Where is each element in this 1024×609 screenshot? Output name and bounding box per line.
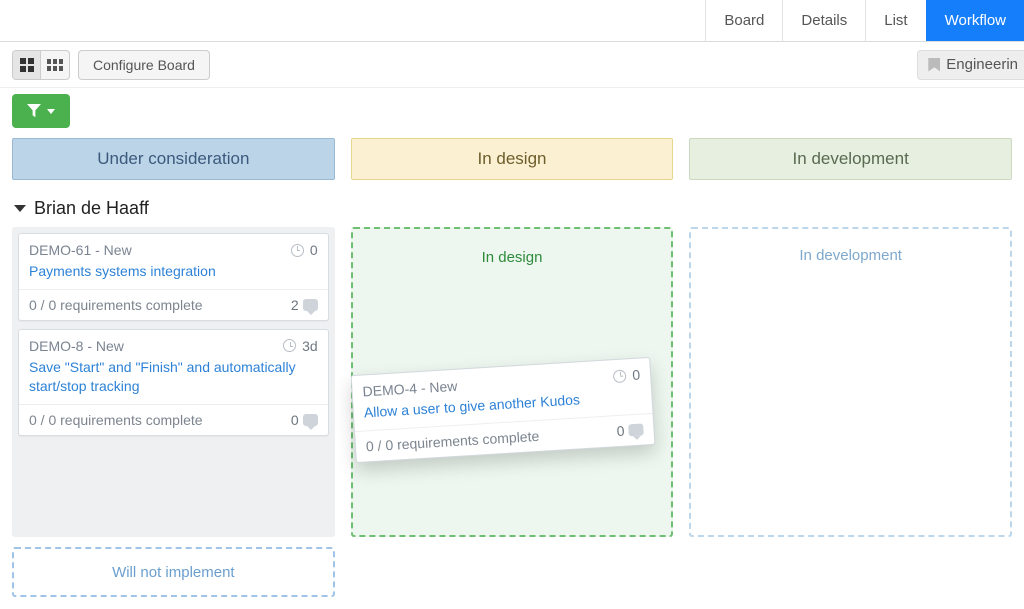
filter-button[interactable] (12, 94, 70, 128)
column-in-design: In design DEMO-4 - New 0 Allow a user to… (351, 227, 674, 537)
comment-icon (303, 299, 318, 311)
view-grid-2x2-button[interactable] (13, 51, 41, 79)
card-requirements: 0 / 0 requirements complete (29, 297, 291, 313)
dropzone-in-development[interactable]: In development (689, 227, 1012, 537)
comment-icon (628, 423, 644, 436)
tab-details[interactable]: Details (782, 0, 865, 41)
tab-board[interactable]: Board (705, 0, 782, 41)
card-comment-count: 0 (291, 412, 299, 428)
column-headers: Under consideration In design In develop… (0, 138, 1024, 180)
card-title[interactable]: Payments systems integration (29, 262, 318, 281)
column-header-under-consideration[interactable]: Under consideration (12, 138, 335, 180)
card-demo-8[interactable]: DEMO-8 - New 3d Save "Start" and "Finish… (18, 329, 329, 436)
column-under-consideration: DEMO-61 - New 0 Payments systems integra… (12, 227, 335, 597)
card-demo-61[interactable]: DEMO-61 - New 0 Payments systems integra… (18, 233, 329, 321)
column-header-in-design[interactable]: In design (351, 138, 674, 180)
caret-down-icon (47, 109, 55, 114)
bookmark-icon (928, 58, 940, 72)
column-header-in-development[interactable]: In development (689, 138, 1012, 180)
board: DEMO-61 - New 0 Payments systems integra… (0, 227, 1024, 609)
clock-icon (291, 244, 304, 257)
cards-zone-under[interactable]: DEMO-61 - New 0 Payments systems integra… (12, 227, 335, 537)
engineering-tag-label: Engineerin (946, 56, 1018, 73)
grid-3x2-icon (47, 59, 63, 71)
engineering-tag[interactable]: Engineerin (917, 50, 1024, 80)
card-demo-4-dragging[interactable]: DEMO-4 - New 0 Allow a user to give anot… (350, 357, 655, 463)
toolbar: Configure Board Engineerin (0, 42, 1024, 88)
swimlane-name: Brian de Haaff (34, 198, 149, 219)
view-grid-3x2-button[interactable] (41, 51, 69, 79)
card-time: 0 (631, 367, 640, 383)
clock-icon (613, 369, 627, 383)
dropzone-label: In design (482, 249, 543, 266)
top-tabs: Board Details List Workflow (0, 0, 1024, 42)
swimlane-toggle[interactable]: Brian de Haaff (0, 180, 1024, 227)
funnel-icon (27, 104, 41, 118)
card-time: 3d (302, 338, 318, 354)
dropzone-label: In development (799, 247, 902, 264)
tab-workflow[interactable]: Workflow (926, 0, 1024, 41)
card-time: 0 (310, 242, 318, 258)
clock-icon (283, 339, 296, 352)
card-id: DEMO-8 - New (29, 338, 277, 354)
card-comment-count: 0 (616, 423, 625, 439)
grid-2x2-icon (20, 58, 34, 72)
card-comment-count: 2 (291, 297, 299, 313)
card-title[interactable]: Save "Start" and "Finish" and automatica… (29, 358, 318, 396)
view-toggle-group (12, 50, 70, 80)
chevron-down-icon (14, 205, 26, 212)
card-requirements: 0 / 0 requirements complete (29, 412, 291, 428)
card-requirements: 0 / 0 requirements complete (365, 423, 617, 454)
filter-row (0, 88, 1024, 138)
card-id: DEMO-61 - New (29, 242, 285, 258)
comment-icon (303, 414, 318, 426)
configure-board-button[interactable]: Configure Board (78, 50, 210, 80)
dropzone-label: Will not implement (112, 564, 235, 581)
column-in-development: In development (689, 227, 1012, 537)
dropzone-in-design[interactable]: In design DEMO-4 - New 0 Allow a user to… (351, 227, 674, 537)
dropzone-will-not-implement[interactable]: Will not implement (12, 547, 335, 597)
tab-list[interactable]: List (865, 0, 925, 41)
